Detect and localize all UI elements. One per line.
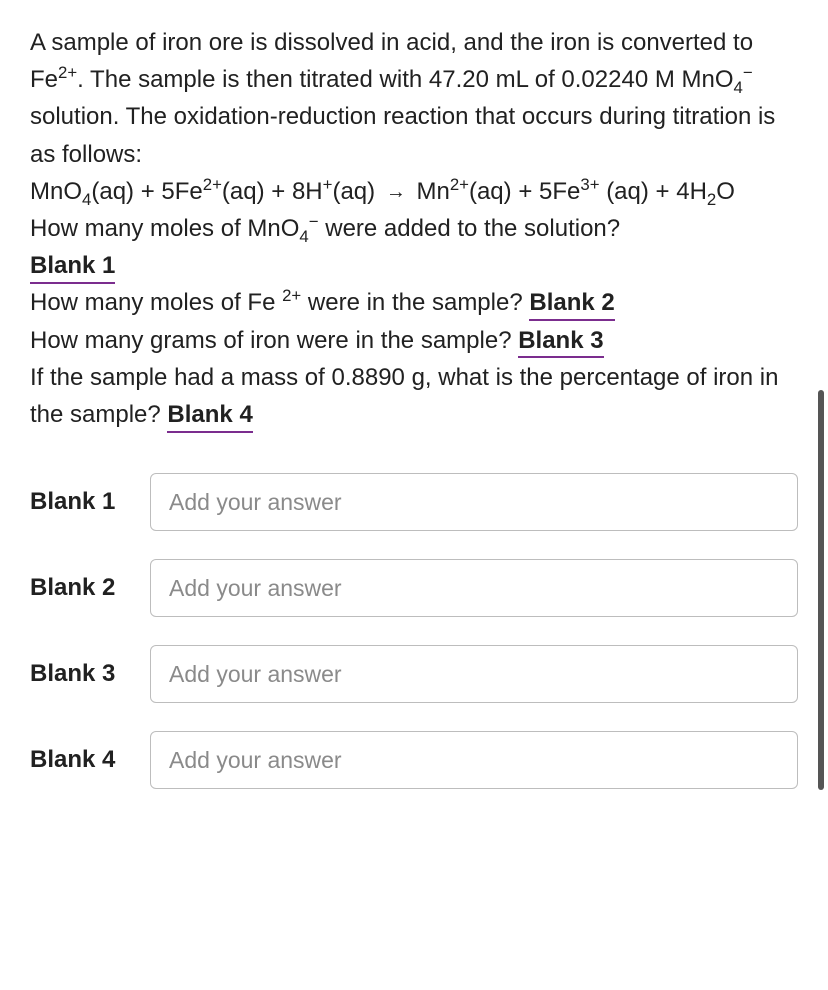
text-segment: + <box>265 178 292 205</box>
answer-row-4: Blank 4 <box>30 731 798 789</box>
blank-2-input[interactable] <box>150 559 798 617</box>
question-3: How many grams of iron were in the sampl… <box>30 322 798 359</box>
question-text: A sample of iron ore is dissolved in aci… <box>30 24 798 433</box>
superscript: 2+ <box>450 175 469 194</box>
text-segment: 5Fe <box>161 178 202 205</box>
text-segment: (aq) <box>91 178 134 205</box>
blank-reference-2: Blank 2 <box>529 289 614 321</box>
superscript: 2+ <box>58 63 77 82</box>
text-segment: were added to the solution? <box>319 215 621 242</box>
text-segment: How many grams of iron were in the sampl… <box>30 327 518 354</box>
answer-section: Blank 1 Blank 2 Blank 3 Blank 4 <box>30 473 798 789</box>
text-segment: (aq) <box>469 178 512 205</box>
blank-2-label: Blank 2 <box>30 574 150 602</box>
text-segment: Mn <box>416 178 449 205</box>
blank-3-input[interactable] <box>150 645 798 703</box>
text-segment: (aq) <box>222 178 265 205</box>
answer-row-3: Blank 3 <box>30 645 798 703</box>
superscript: − <box>309 212 319 231</box>
text-segment: O <box>716 178 735 205</box>
text-segment: (aq) <box>606 178 649 205</box>
superscript: + <box>323 175 333 194</box>
text-segment: MnO <box>30 178 82 205</box>
blank-4-input[interactable] <box>150 731 798 789</box>
subscript: 4 <box>82 190 91 209</box>
text-segment: . The sample is then titrated with 47.20… <box>77 66 733 93</box>
superscript: 2+ <box>282 286 301 305</box>
blank-4-label: Blank 4 <box>30 746 150 774</box>
text-segment: + <box>649 178 676 205</box>
subscript: 4 <box>299 227 308 246</box>
blank-reference-1: Blank 1 <box>30 252 115 284</box>
equation-line: MnO4(aq) + 5Fe2+(aq) + 8H+(aq) → Mn2+(aq… <box>30 173 798 210</box>
blank-reference-3: Blank 3 <box>518 327 603 359</box>
blank-1-line: Blank 1 <box>30 247 798 284</box>
scrollbar-thumb[interactable] <box>818 390 824 790</box>
text-segment: were in the sample? <box>301 289 529 316</box>
subscript: 2 <box>707 190 716 209</box>
answer-row-2: Blank 2 <box>30 559 798 617</box>
blank-reference-4: Blank 4 <box>167 401 252 433</box>
text-segment: (aq) <box>332 178 375 205</box>
arrow-icon: → <box>382 181 410 203</box>
text-segment: 5Fe <box>539 178 580 205</box>
superscript: 3+ <box>580 175 599 194</box>
text-segment: + <box>134 178 161 205</box>
text-segment: + <box>512 178 539 205</box>
text-segment: 8H <box>292 178 323 205</box>
subscript: 4 <box>734 78 743 97</box>
text-segment: How many moles of Fe <box>30 289 282 316</box>
question-2: How many moles of Fe 2+ were in the samp… <box>30 284 798 321</box>
blank-1-label: Blank 1 <box>30 488 150 516</box>
superscript: − <box>743 63 753 82</box>
superscript: 2+ <box>203 175 222 194</box>
blank-3-label: Blank 3 <box>30 660 150 688</box>
answer-row-1: Blank 1 <box>30 473 798 531</box>
question-1: How many moles of MnO4− were added to th… <box>30 210 798 247</box>
question-4: If the sample had a mass of 0.8890 g, wh… <box>30 359 798 433</box>
text-segment: How many moles of MnO <box>30 215 299 242</box>
blank-1-input[interactable] <box>150 473 798 531</box>
text-segment: 4H <box>676 178 707 205</box>
question-paragraph: A sample of iron ore is dissolved in aci… <box>30 24 798 173</box>
scrollbar-track[interactable] <box>820 390 824 950</box>
text-segment: solution. The oxidation-reduction reacti… <box>30 103 775 167</box>
text-segment: If the sample had a mass of 0.8890 g, wh… <box>30 364 778 428</box>
